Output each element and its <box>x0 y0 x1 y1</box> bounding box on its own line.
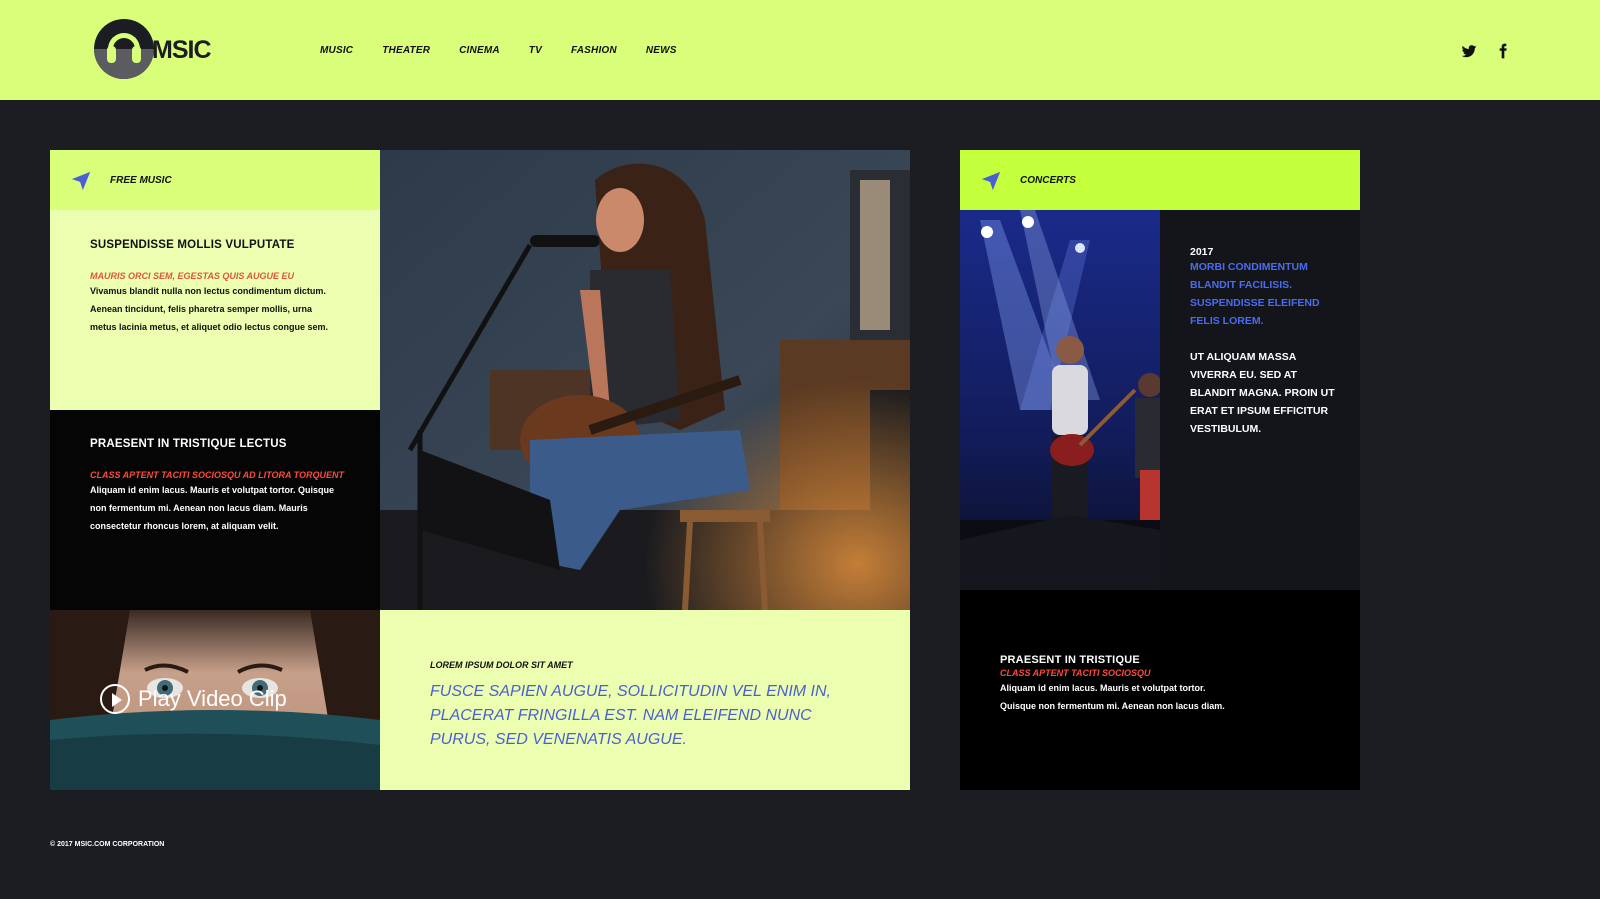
nav-item-music[interactable]: MUSIC <box>320 45 353 56</box>
concert-photo <box>960 210 1160 590</box>
block-subtitle: MAURIS ORCI SEM, EGESTAS QUIS AUGUE EU <box>90 271 295 281</box>
block-title: PRAESENT IN TRISTIQUE LECTUS <box>90 438 287 450</box>
block-subtitle: CLASS APTENT TACITI SOCIOSQU AD LITORA T… <box>90 470 345 480</box>
free-music-header: FREE MUSIC <box>50 150 380 210</box>
singer-photo <box>380 150 910 610</box>
facebook-icon[interactable] <box>1495 43 1511 59</box>
navigation-arrow-icon <box>981 171 1001 191</box>
nav-item-tv[interactable]: TV <box>529 45 542 56</box>
twitter-icon[interactable] <box>1461 43 1477 59</box>
free-music-block-1: SUSPENDISSE MOLLIS VULPUTATE MAURIS ORCI… <box>50 210 380 410</box>
quote-block: LOREM IPSUM DOLOR SIT AMET FUSCE SAPIEN … <box>380 610 910 790</box>
quote-text: FUSCE SAPIEN AUGUE, SOLLICITUDIN VEL ENI… <box>430 683 831 748</box>
nav-item-cinema[interactable]: CINEMA <box>459 45 500 56</box>
free-music-card: FREE MUSIC SUSPENDISSE MOLLIS VULPUTATE … <box>50 150 910 790</box>
site-logo[interactable]: MSIC <box>94 19 224 81</box>
video-thumbnail[interactable]: Play Video Clip <box>50 610 380 790</box>
concerts-header: CONCERTS <box>960 150 1360 210</box>
free-music-label: FREE MUSIC <box>110 175 172 186</box>
quote-label: LOREM IPSUM DOLOR SIT AMET <box>430 660 573 670</box>
block-text: Vivamus blandit nulla non lectus condime… <box>90 286 329 332</box>
play-video-label: Play Video Clip <box>138 686 287 711</box>
navigation-arrow-icon <box>71 171 91 191</box>
concert-highlight-text: MORBI CONDIMENTUM BLANDIT FACILISIS. SUS… <box>1190 261 1320 327</box>
concerts-label: CONCERTS <box>1020 175 1076 186</box>
nav-item-theater[interactable]: THEATER <box>382 45 430 56</box>
footer-copyright: © 2017 MSIC.COM CORPORATION <box>50 841 165 848</box>
block-title: SUSPENDISSE MOLLIS VULPUTATE <box>90 239 295 251</box>
logo-text: MSIC <box>152 36 211 64</box>
concerts-block: PRAESENT IN TRISTIQUE CLASS APTENT TACIT… <box>960 590 1360 790</box>
concert-description: UT ALIQUAM MASSA VIVERRA EU. SED AT BLAN… <box>1190 351 1335 435</box>
concert-year: 2017 <box>1190 246 1214 258</box>
concerts-side-info: 2017 MORBI CONDIMENTUM BLANDIT FACILISIS… <box>1160 210 1360 590</box>
block-text: Aliquam id enim lacus. Mauris et volutpa… <box>1000 683 1225 711</box>
free-music-block-2: PRAESENT IN TRISTIQUE LECTUS CLASS APTEN… <box>50 410 380 610</box>
main-nav: MUSIC THEATER CINEMA TV FASHION NEWS <box>320 45 706 56</box>
nav-item-fashion[interactable]: FASHION <box>571 45 617 56</box>
block-title: PRAESENT IN TRISTIQUE <box>1000 654 1140 666</box>
block-text: Aliquam id enim lacus. Mauris et volutpa… <box>90 485 335 531</box>
site-header: MSIC MUSIC THEATER CINEMA TV FASHION NEW… <box>0 0 1600 100</box>
block-subtitle: CLASS APTENT TACITI SOCIOSQU <box>1000 668 1151 678</box>
headphones-logo-icon <box>94 19 154 79</box>
play-video-button[interactable]: Play Video Clip <box>100 684 287 714</box>
play-icon <box>100 684 130 714</box>
concerts-card: CONCERTS 2017 MORBI CONDIMENTUM BLANDIT … <box>960 150 1360 790</box>
nav-item-news[interactable]: NEWS <box>646 45 677 56</box>
